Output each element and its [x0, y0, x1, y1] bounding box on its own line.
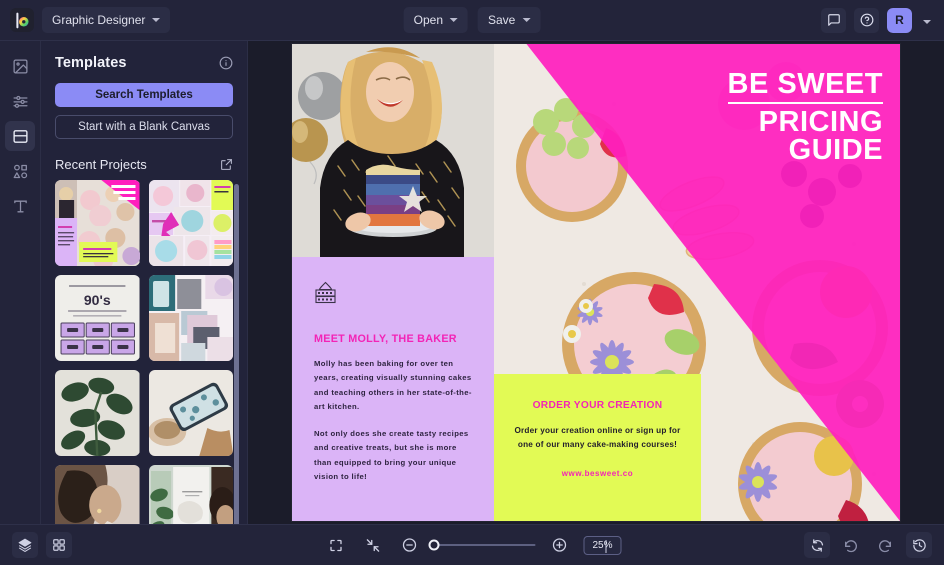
- account-actions: R: [821, 7, 934, 33]
- refresh-icon[interactable]: [804, 532, 830, 558]
- list-item[interactable]: [148, 180, 233, 266]
- redo-icon[interactable]: [872, 532, 898, 558]
- text-icon: [12, 198, 29, 215]
- list-item[interactable]: [55, 180, 140, 266]
- save-button[interactable]: Save: [478, 7, 541, 33]
- templates-panel: Templates Search Templates Start with a …: [41, 41, 248, 524]
- hero-photo-woman-with-cake[interactable]: [292, 44, 494, 257]
- sliders-icon: [12, 93, 29, 110]
- fit-to-screen-icon[interactable]: [323, 532, 349, 558]
- list-item[interactable]: [148, 275, 233, 361]
- recent-projects-header: Recent Projects: [41, 139, 247, 180]
- document-name-label: Graphic Designer: [52, 13, 146, 27]
- avatar-initial: R: [895, 13, 904, 27]
- templates-panel-header: Templates: [41, 41, 247, 81]
- meet-baker-heading: MEET MOLLY, THE BAKER: [314, 333, 457, 345]
- open-button[interactable]: Open: [403, 7, 468, 33]
- text-caret: [605, 539, 607, 553]
- zoom-slider[interactable]: [428, 539, 536, 551]
- zoom-out-icon[interactable]: [397, 532, 423, 558]
- avatar[interactable]: R: [887, 7, 912, 33]
- comment-icon[interactable]: [821, 7, 846, 33]
- meet-the-baker-panel: MEET MOLLY, THE BAKER Molly has been bak…: [292, 257, 494, 521]
- canvas-stage[interactable]: MEET MOLLY, THE BAKER Molly has been bak…: [248, 41, 944, 524]
- chevron-down-icon: [152, 18, 161, 22]
- list-item[interactable]: [55, 370, 140, 456]
- order-website-url[interactable]: www.besweet.co: [508, 469, 687, 478]
- brand-logo[interactable]: [10, 8, 34, 32]
- svg-text:90's: 90's: [84, 292, 111, 308]
- zoom-in-icon[interactable]: [547, 532, 573, 558]
- open-button-label: Open: [413, 13, 443, 27]
- grid-icon[interactable]: [46, 532, 72, 558]
- account-menu-chevron-down-icon[interactable]: [920, 9, 934, 31]
- sidebar-item-templates[interactable]: [5, 121, 35, 151]
- sidebar-item-text[interactable]: [5, 191, 35, 221]
- save-button-label: Save: [488, 13, 516, 27]
- design-canvas[interactable]: MEET MOLLY, THE BAKER Molly has been bak…: [292, 44, 900, 521]
- image-icon: [12, 58, 29, 75]
- history-icon[interactable]: [906, 532, 932, 558]
- meet-baker-paragraph-1: Molly has been baking for over ten years…: [314, 359, 472, 411]
- zoom-input[interactable]: 25%: [583, 535, 622, 555]
- recent-projects-title: Recent Projects: [55, 157, 147, 172]
- headline-line-2: PRICING: [758, 105, 883, 138]
- poster-headline: BE SWEET PRICING GUIDE: [727, 70, 883, 167]
- recent-projects-grid: 90's: [41, 180, 247, 524]
- help-icon[interactable]: [854, 7, 879, 33]
- zoom-slider-handle[interactable]: [428, 539, 440, 551]
- blank-canvas-label: Start with a Blank Canvas: [78, 121, 210, 133]
- sidebar-item-images[interactable]: [5, 51, 35, 81]
- meet-baker-paragraph-2: Not only does she create tasty recipes a…: [314, 429, 469, 481]
- canvas-right-column: BE SWEET PRICING GUIDE ORDER YOUR CREATI…: [494, 44, 900, 521]
- bottom-left-tools: [12, 532, 72, 558]
- list-item[interactable]: [148, 465, 233, 524]
- top-toolbar: Graphic Designer Open Save R: [0, 0, 944, 41]
- history-controls: [804, 532, 932, 558]
- zoom-value: 25%: [592, 539, 613, 551]
- panel-scroll-track[interactable]: [234, 180, 243, 524]
- page-title: Templates: [55, 55, 127, 71]
- headline-line-3: GUIDE: [788, 134, 883, 167]
- chevron-down-icon: [522, 18, 531, 22]
- list-item[interactable]: 90's: [55, 275, 140, 361]
- list-item[interactable]: [148, 370, 233, 456]
- tool-rail: [0, 41, 41, 524]
- search-templates-button[interactable]: Search Templates: [55, 83, 233, 107]
- panel-scrollbar[interactable]: [234, 184, 239, 524]
- order-body-text: Order your creation online or sign up fo…: [514, 426, 681, 450]
- sidebar-item-shapes[interactable]: [5, 156, 35, 186]
- chevron-down-icon: [450, 18, 458, 22]
- blank-canvas-button[interactable]: Start with a Blank Canvas: [55, 115, 233, 139]
- workspace: Templates Search Templates Start with a …: [0, 41, 944, 524]
- app-root: Graphic Designer Open Save R Templates S…: [0, 0, 944, 565]
- zoom-controls: 25%: [323, 532, 622, 558]
- document-name-menu[interactable]: Graphic Designer: [42, 7, 171, 33]
- collapse-icon[interactable]: [360, 532, 386, 558]
- templates-icon: [12, 128, 29, 145]
- undo-icon[interactable]: [838, 532, 864, 558]
- sidebar-item-adjustments[interactable]: [5, 86, 35, 116]
- cake-icon: [314, 281, 472, 308]
- layers-icon[interactable]: [12, 532, 38, 558]
- order-your-creation-box: ORDER YOUR CREATION Order your creation …: [494, 374, 701, 521]
- bottom-toolbar: 25%: [0, 524, 944, 565]
- search-templates-label: Search Templates: [95, 89, 193, 101]
- order-heading: ORDER YOUR CREATION: [532, 400, 663, 411]
- headline-line-1: BE SWEET: [727, 70, 883, 104]
- file-actions: Open Save: [403, 7, 541, 33]
- list-item[interactable]: [55, 465, 140, 524]
- shapes-icon: [12, 163, 29, 180]
- canvas-left-column: MEET MOLLY, THE BAKER Molly has been bak…: [292, 44, 494, 521]
- external-link-icon[interactable]: [220, 158, 233, 171]
- info-icon[interactable]: [219, 56, 233, 70]
